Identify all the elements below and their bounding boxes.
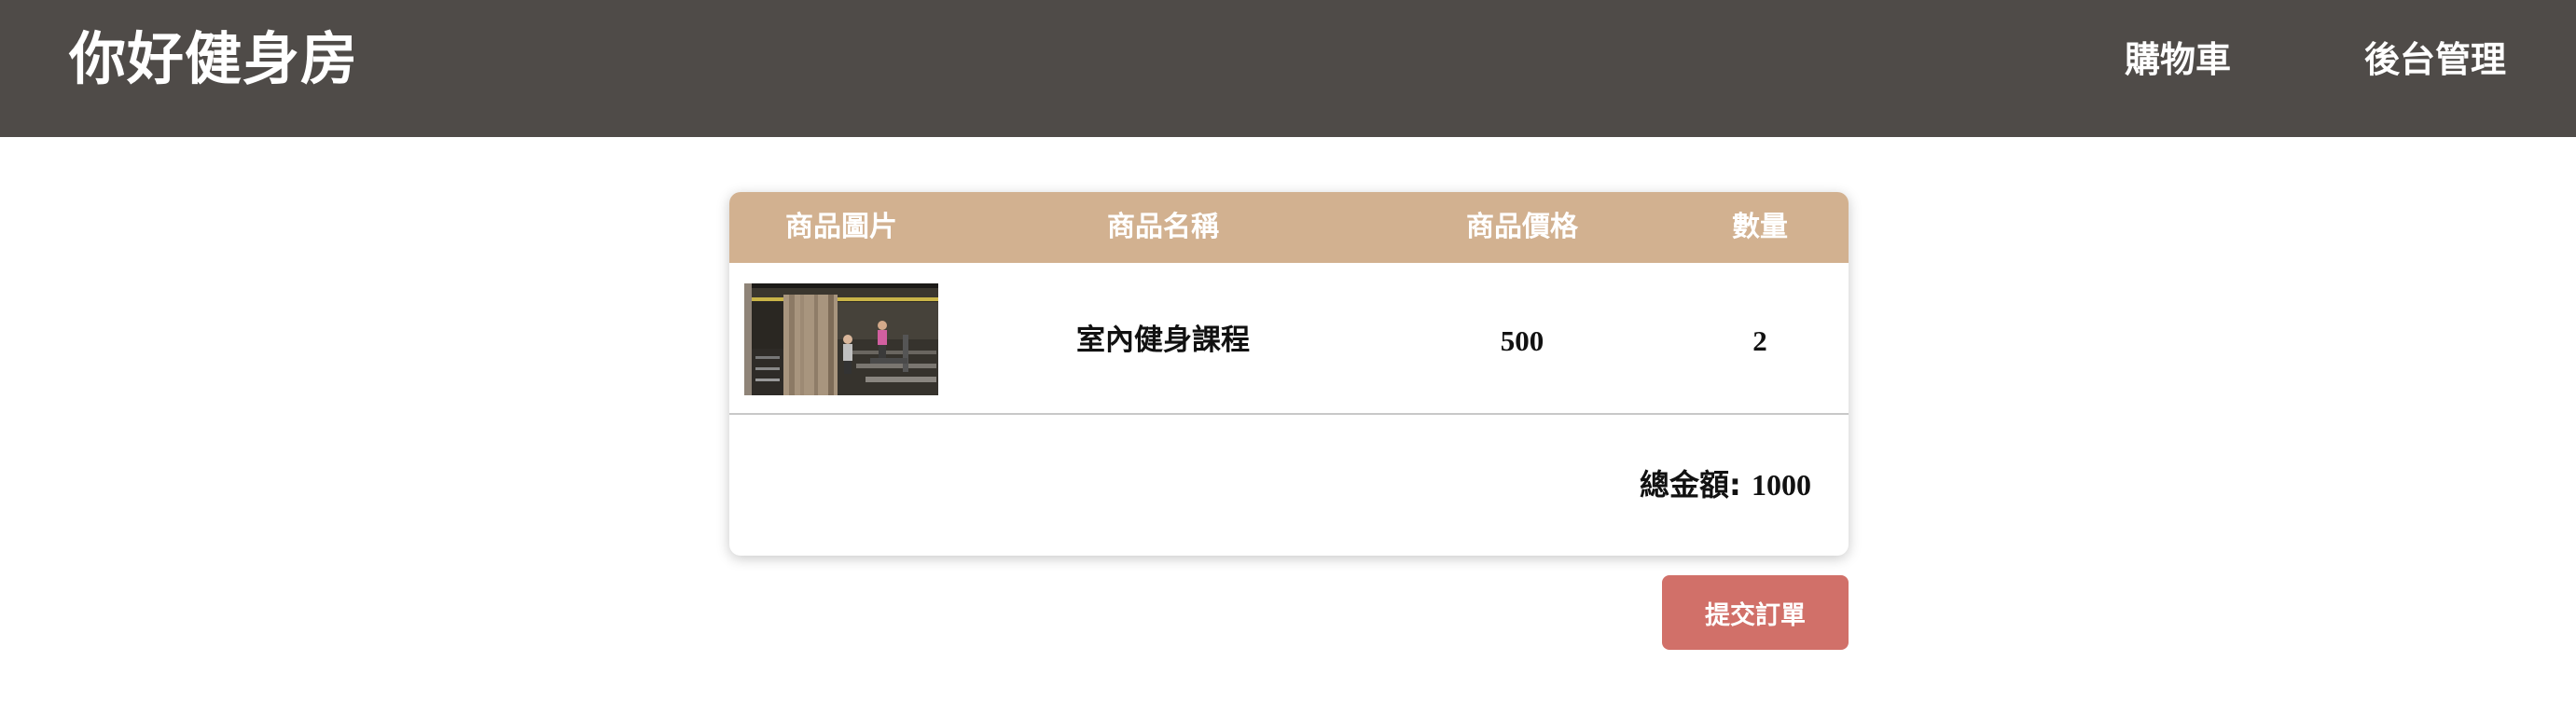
column-header-price: 商品價格 <box>1466 211 1578 243</box>
total-label: 總金額: <box>1640 467 1752 503</box>
column-header-image: 商品圖片 <box>785 211 897 243</box>
column-header-quantity: 數量 <box>1732 211 1788 243</box>
cart-table-header: 商品圖片 商品名稱 商品價格 數量 <box>729 192 1849 263</box>
table-row: 室內健身課程 500 2 <box>729 263 1849 419</box>
site-brand[interactable]: 你好健身房 <box>69 26 358 93</box>
product-name: 室內健身課程 <box>1076 324 1250 357</box>
product-quantity: 2 <box>1752 324 1767 357</box>
table-divider <box>729 413 1849 415</box>
top-navbar: 你好健身房 購物車 後台管理 <box>0 0 2576 137</box>
submit-order-button[interactable]: 提交訂單 <box>1662 575 1849 650</box>
product-image <box>744 283 938 395</box>
total-amount: 1000 <box>1752 468 1811 502</box>
product-price: 500 <box>1500 324 1544 357</box>
cart-total: 總金額: 1000 <box>1640 464 1811 505</box>
column-header-name: 商品名稱 <box>1107 211 1219 243</box>
nav-admin-link[interactable]: 後台管理 <box>2364 37 2506 82</box>
nav-cart-link[interactable]: 購物車 <box>2125 37 2231 82</box>
cart-card: 商品圖片 商品名稱 商品價格 數量 室內健身課程 500 2 總金額: 1000 <box>729 192 1849 556</box>
